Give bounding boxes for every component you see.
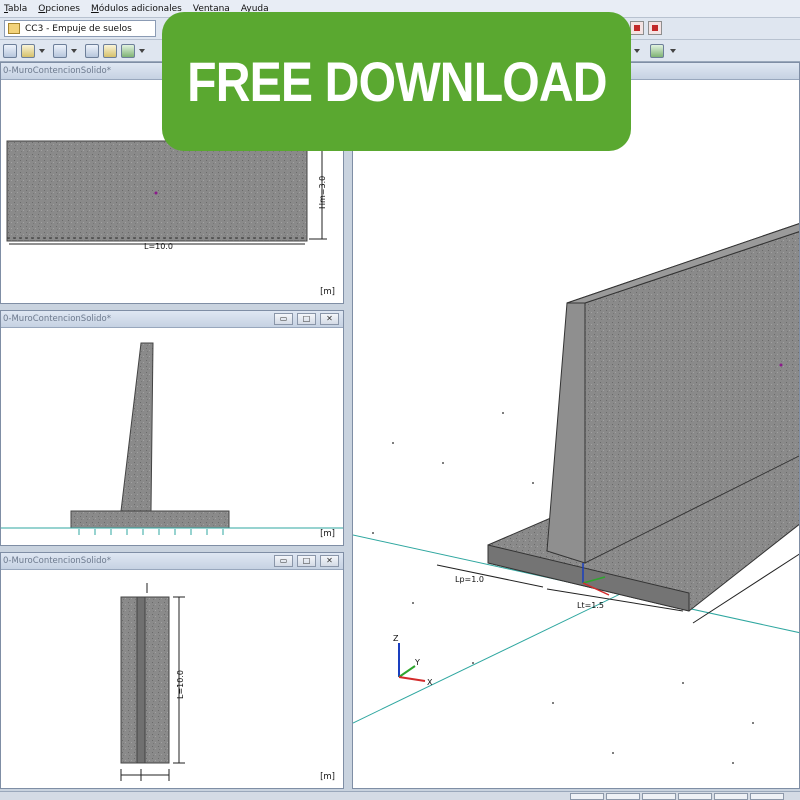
axis-triad: Z Y X: [393, 634, 433, 687]
iso-view-drawing: Lp=1.0 Lt=1.5 Z Y X: [353, 223, 799, 764]
status-bar: [0, 791, 800, 800]
wall-footing-section: [70, 510, 230, 529]
chevron-down-icon[interactable]: [634, 49, 640, 53]
menu-tabla[interactable]: Tabla: [4, 4, 27, 14]
member-icon[interactable]: [103, 43, 117, 58]
front-view-height-label: Hm=3.0: [318, 176, 327, 209]
iso-lp-label: Lp=1.0: [455, 575, 484, 584]
top-view-drawing: L=10.0: [120, 583, 185, 781]
check-icon[interactable]: [650, 44, 664, 58]
project-selector[interactable]: CC3 - Empuje de suelos: [4, 20, 156, 37]
section-view-drawing: [1, 342, 343, 535]
top-view-unit: [m]: [320, 772, 335, 782]
free-download-banner[interactable]: FREE DOWNLOAD: [162, 12, 631, 151]
project-selector-value: CC3 - Empuje de suelos: [25, 23, 132, 34]
menu-modulos[interactable]: Módulos adicionales: [91, 4, 182, 14]
top-view-length-label: L=10.0: [176, 670, 185, 699]
grid-icon[interactable]: [85, 43, 99, 58]
front-view-length-label: L=10.0: [144, 242, 173, 251]
previous-case-icon[interactable]: [630, 21, 644, 35]
new-icon[interactable]: [3, 43, 17, 58]
x-axis-label: X: [427, 678, 433, 687]
wall-front-face: [6, 140, 308, 242]
menu-opciones[interactable]: Opciones: [38, 4, 80, 14]
stem-end-face: [546, 302, 586, 564]
centroid-marker: [154, 191, 158, 195]
centroid-marker: [779, 363, 783, 367]
top-view-pane[interactable]: 0-MuroContencionSolido* ▭ □ ✕ L=10.0 [m]: [0, 552, 344, 789]
chevron-down-icon[interactable]: [139, 48, 145, 53]
folder-icon: [8, 23, 20, 34]
status-cell[interactable]: [570, 793, 604, 800]
z-axis-label: Z: [393, 634, 399, 643]
banner-text: FREE DOWNLOAD: [186, 50, 607, 113]
status-cell[interactable]: [642, 793, 676, 800]
status-cell[interactable]: [750, 793, 784, 800]
load-icon[interactable]: [121, 43, 135, 58]
chevron-down-icon[interactable]: [670, 49, 676, 53]
wall-stem-section: [120, 342, 154, 512]
status-cell[interactable]: [678, 793, 712, 800]
section-view-pane[interactable]: 0-MuroContencionSolido* ▭ □ ✕ [m]: [0, 310, 344, 546]
chevron-down-icon[interactable]: [71, 48, 77, 53]
section-view-unit: [m]: [320, 529, 335, 539]
chevron-down-icon[interactable]: [39, 48, 45, 53]
front-view-unit: [m]: [320, 287, 335, 297]
iso-lt-label: Lt=1.5: [577, 601, 604, 610]
next-case-icon[interactable]: [648, 21, 662, 35]
status-cell[interactable]: [714, 793, 748, 800]
iso-view-pane[interactable]: Lp=1.0 Lt=1.5 Z Y X: [352, 62, 800, 789]
y-axis-label: Y: [414, 658, 420, 667]
display-icon[interactable]: [53, 43, 67, 58]
status-cell[interactable]: [606, 793, 640, 800]
open-icon[interactable]: [21, 43, 35, 58]
stem-plan: [136, 596, 146, 764]
